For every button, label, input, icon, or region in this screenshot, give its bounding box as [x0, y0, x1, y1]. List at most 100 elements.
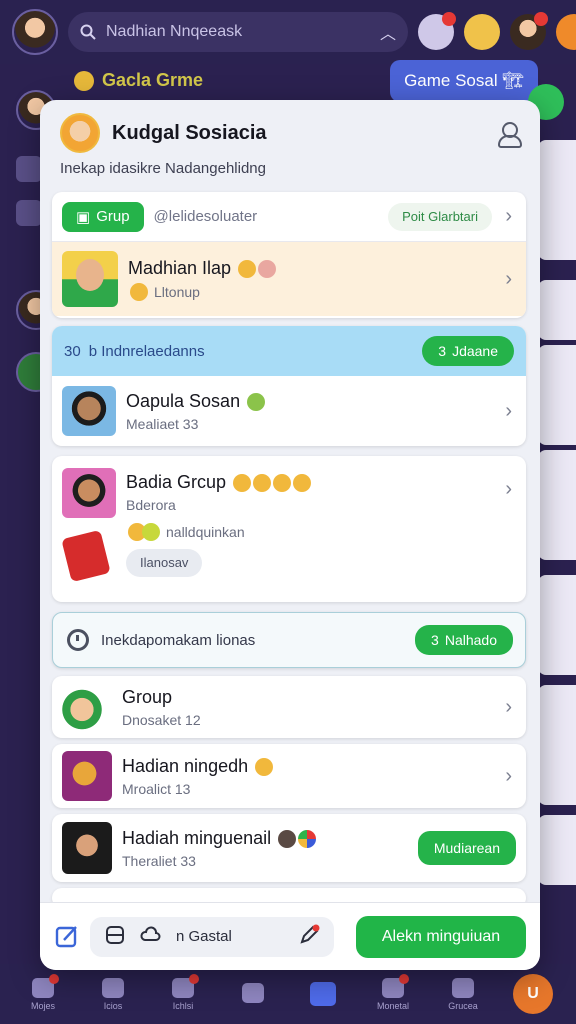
highlight-thumbnail	[62, 251, 118, 307]
background-card	[538, 140, 576, 260]
chevron-right-icon[interactable]: ›	[505, 696, 512, 719]
search-icon	[80, 24, 96, 40]
background-card	[538, 280, 576, 340]
search-text: Nadhian Nnqeeask	[106, 23, 243, 40]
coin-icon	[130, 282, 148, 301]
group-row[interactable]: ▣ Grup @lelidesoluater Poit Glarbtari ›	[52, 192, 526, 242]
member-meta: Mealiaet 33	[126, 415, 199, 432]
group-thumbnail	[62, 682, 112, 732]
members-header: 30 b Indnrelaedanns 3 Jdaane	[52, 326, 526, 376]
list-item-meta: Dnosaket 12	[122, 711, 201, 728]
contact-avatar-icon[interactable]	[510, 12, 548, 50]
user-icon[interactable]	[496, 121, 522, 148]
background-card	[538, 815, 576, 885]
badia-sub-row: nalldquinkan	[126, 523, 311, 541]
layers-icon[interactable]	[104, 924, 126, 950]
chevron-right-icon[interactable]: ›	[505, 205, 512, 228]
group-tag-button[interactable]: ▣ Grup	[62, 201, 144, 232]
game-header: Gacla Grme	[74, 70, 203, 91]
clock-icon	[67, 629, 89, 651]
chevron-right-icon[interactable]: ›	[505, 765, 512, 788]
game-header-label: Gacla Grme	[102, 70, 204, 90]
highlight-meta-row: Lltonup	[128, 282, 276, 301]
nav-center[interactable]	[298, 982, 348, 1006]
top-bar: Nadhian Nnqeeask ︿	[0, 0, 576, 64]
members-card: 30 b Indnrelaedanns 3 Jdaane Oapula Sosa…	[52, 326, 526, 446]
emoji-icon	[258, 259, 277, 278]
nav-monetal[interactable]: Monetal	[368, 973, 418, 1011]
nav-grucea[interactable]: Grucea	[438, 977, 488, 1011]
edit-box-icon[interactable]	[54, 924, 80, 950]
list-item[interactable]: Hadian ningedh Mroalict 13 ›	[52, 744, 526, 808]
list-item[interactable]: Hadiah minguenail Theraliet 33 Mudiarean	[52, 814, 526, 882]
emoji-icon	[247, 392, 266, 411]
chevron-right-icon[interactable]: ›	[505, 400, 512, 423]
modal-header: Kudgal Sosiacia	[60, 110, 522, 156]
side-tile-icon[interactable]	[16, 200, 42, 226]
member-thumbnail	[62, 386, 116, 436]
member-name: Oapula Sosan	[126, 391, 266, 412]
notification-avatar-icon[interactable]	[418, 12, 456, 50]
side-tile-icon[interactable]	[16, 156, 42, 182]
nav-home[interactable]: Mojes	[18, 973, 68, 1011]
group-action-chip[interactable]: Poit Glarbtari	[388, 202, 492, 231]
menu-icon[interactable]	[556, 14, 576, 50]
social-modal: Kudgal Sosiacia Inekap idasikre Nadangeh…	[40, 100, 540, 970]
bottom-navigation: Mojes Icios Ichlsi Monetal Grucea U	[0, 964, 576, 1024]
nav-profile[interactable]: U	[508, 974, 558, 1014]
nav-mojes[interactable]: Icios	[88, 977, 138, 1011]
store-icon	[242, 982, 264, 1003]
nav-icios[interactable]: Ichlsi	[158, 973, 208, 1011]
chevron-up-icon[interactable]: ︿	[380, 20, 396, 44]
person-thumbnail	[62, 822, 112, 874]
modal-bottom-bar: n Gastal Alekn minguiuan	[40, 902, 540, 970]
list-row: Group Dnosaket 12 ›	[52, 676, 526, 738]
game-icon	[102, 977, 124, 998]
friend-avatar-icon[interactable]	[464, 14, 500, 50]
group-avatar	[60, 113, 100, 153]
badia-thumbnail	[62, 468, 116, 518]
list-item-action-button[interactable]: Mudiarean	[417, 831, 516, 865]
action-pill-label: n Gastal	[176, 928, 232, 945]
group-card: ▣ Grup @lelidesoluater Poit Glarbtari › …	[52, 192, 526, 318]
coin-icon	[142, 523, 160, 541]
search-bar[interactable]: Nadhian Nnqeeask ︿	[68, 12, 408, 52]
chevron-right-icon[interactable]: ›	[505, 478, 512, 501]
list-item-meta: Mroalict 13	[122, 780, 191, 797]
red-envelope-icon	[61, 529, 111, 583]
background-card	[538, 685, 576, 805]
list-item[interactable]: Group Dnosaket 12 ›	[52, 676, 526, 738]
status-card: Inekdapomakam lionas 3 Nalhado	[52, 612, 526, 668]
game-social-button[interactable]: Game Sosal 🏗	[390, 60, 538, 102]
badia-name: Badia Grcup	[126, 472, 312, 493]
badia-group-card[interactable]: Badia Grcup Bderora nalldquinkan Ilanosa…	[52, 456, 526, 602]
primary-action-button[interactable]: Alekn minguiuan	[356, 915, 526, 958]
smile-emoji-icon	[238, 259, 257, 278]
action-pill[interactable]: n Gastal	[90, 916, 334, 957]
nav-ichlsi[interactable]	[228, 982, 278, 1006]
chat-icon	[382, 973, 409, 998]
coin-icon	[74, 70, 94, 91]
pencil-icon[interactable]	[298, 924, 320, 950]
status-text: Inekdapomakam lionas	[101, 631, 256, 649]
list-item-name: Hadian ningedh	[122, 756, 274, 777]
member-row[interactable]: Oapula Sosan Mealiaet 33 ›	[52, 376, 526, 446]
notification-dot	[534, 12, 548, 26]
background-card	[538, 450, 576, 560]
chevron-right-icon[interactable]: ›	[505, 268, 512, 291]
info-icon	[452, 977, 474, 998]
highlight-row[interactable]: Madhian Ilap Lltonup ›	[52, 242, 526, 316]
status-action-button[interactable]: 3 Nalhado	[415, 625, 513, 655]
join-button[interactable]: 3 Jdaane	[422, 336, 514, 366]
profile-avatar[interactable]	[12, 9, 58, 55]
cloud-icon	[140, 924, 162, 950]
badia-chip[interactable]: Ilanosav	[126, 549, 203, 577]
food-thumbnail	[62, 751, 112, 801]
badge-icon	[172, 973, 199, 998]
status-row: Inekdapomakam lionas 3 Nalhado	[53, 613, 525, 667]
modal-subtitle: Inekap idasikre Nadangehlidng	[60, 160, 266, 177]
list-row: Hadiah minguenail Theraliet 33 Mudiarean	[52, 814, 526, 882]
highlight-name: Madhian Ilap	[128, 258, 277, 279]
background-card	[538, 575, 576, 675]
group-icon: ▣	[76, 208, 91, 226]
